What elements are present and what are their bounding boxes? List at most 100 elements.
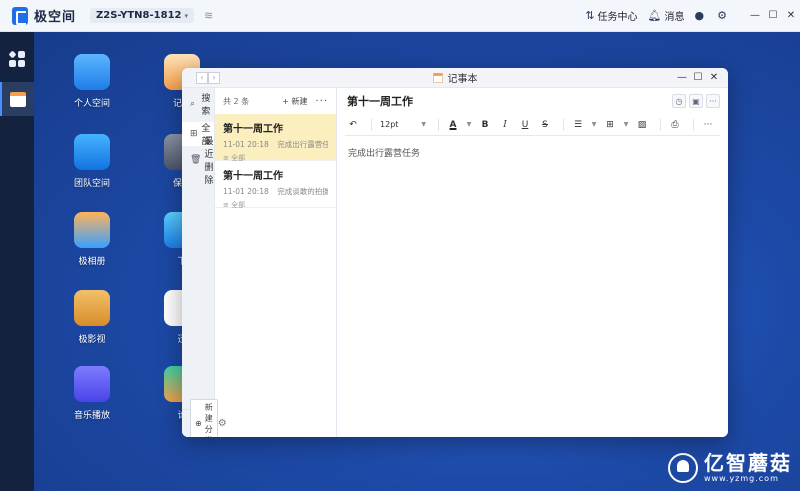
- device-name: Z2S-YTN8-1812: [96, 10, 182, 21]
- team-folder-icon: [74, 134, 110, 170]
- add-folder-icon: ⊕: [195, 419, 202, 428]
- user-icon: ●: [694, 9, 705, 22]
- search-icon: ⌕: [190, 99, 196, 109]
- desktop-icon-label: 音乐播放: [73, 411, 110, 421]
- notepad-icon: [10, 91, 26, 107]
- watermark-url: www.yzmg.com: [704, 474, 779, 483]
- desktop-icon-video[interactable]: 极影视: [52, 290, 132, 345]
- top-bar: 极空间 Z2S-YTN8-1812 ▾ ≋ ⇅ 任务中心 🔔︎ 消息 ● ⚙ —…: [0, 0, 800, 32]
- grid-icon: ⊞: [190, 129, 198, 139]
- desktop-icon-personal-space[interactable]: 个人空间: [52, 54, 132, 109]
- left-dock: [0, 32, 34, 491]
- dock-item-apps[interactable]: [0, 42, 34, 76]
- chevron-down-icon[interactable]: ▼: [465, 121, 473, 128]
- wifi-icon: ≋: [204, 9, 214, 22]
- undo-icon[interactable]: ↶: [345, 120, 361, 130]
- maximize-icon[interactable]: ☐: [690, 72, 706, 83]
- desktop-icon-photos[interactable]: 极相册: [52, 212, 132, 267]
- font-size-value: 12pt: [380, 120, 399, 129]
- new-category-label: 新建分类: [204, 402, 213, 438]
- dock-item-notepad[interactable]: [0, 82, 34, 116]
- font-size-select[interactable]: 12pt ▼: [378, 120, 428, 129]
- editor-content[interactable]: 完成出行露营任务: [337, 136, 728, 169]
- italic-icon[interactable]: I: [497, 120, 513, 130]
- messages-label: 消息: [664, 12, 685, 23]
- more-icon[interactable]: ···: [706, 94, 721, 108]
- note-category: 全部: [231, 154, 246, 162]
- video-icon: [74, 290, 110, 326]
- minimize-icon[interactable]: —: [674, 72, 690, 83]
- chevron-down-icon[interactable]: ▼: [590, 121, 598, 128]
- font-color-icon[interactable]: A: [445, 120, 461, 130]
- notepad-sidebar: ⌕ 搜索 ⊞ 全部 🗑︎ 最近删除 ⊕ 新建分类 ⚙: [182, 88, 227, 438]
- desktop-icon-label: 团队空间: [73, 179, 110, 189]
- format-toolbar: ↶ 12pt ▼ A ▼ B I U S ☰ ▼ ⊞ ▼ ▨ ⎙ ···: [345, 114, 721, 136]
- task-center-label: 任务中心: [597, 12, 638, 23]
- print-icon[interactable]: ⎙: [667, 120, 683, 130]
- messages-button[interactable]: 🔔︎ 消息: [648, 8, 685, 23]
- bell-icon: 🔔︎: [647, 9, 662, 22]
- list-icon[interactable]: ☰: [570, 120, 586, 130]
- more-icon[interactable]: ···: [700, 120, 716, 130]
- history-icon[interactable]: ◷: [672, 94, 687, 108]
- chevron-down-icon[interactable]: ▼: [622, 121, 630, 128]
- sidebar-search[interactable]: ⌕ 搜索: [182, 92, 214, 117]
- back-icon[interactable]: ‹: [196, 71, 208, 84]
- notepad-icon: [432, 72, 443, 83]
- desktop-icon-label: 极影视: [78, 335, 106, 345]
- note-title: 第十一周工作: [223, 171, 284, 182]
- image-icon[interactable]: ▨: [634, 120, 650, 130]
- close-icon[interactable]: ✕: [706, 72, 722, 83]
- desktop-icon-label: 极相册: [78, 257, 106, 267]
- close-icon[interactable]: ✕: [782, 10, 800, 21]
- save-icon[interactable]: ▣: [689, 94, 704, 108]
- gear-icon: ⚙: [717, 9, 727, 22]
- note-category: 全部: [231, 201, 246, 209]
- table-icon[interactable]: ⊞: [602, 120, 618, 130]
- desktop-icon-team-space[interactable]: 团队空间: [52, 134, 132, 189]
- gear-icon[interactable]: ⚙: [218, 418, 227, 429]
- underline-icon[interactable]: U: [517, 120, 533, 130]
- new-category-button[interactable]: ⊕ 新建分类: [190, 398, 218, 438]
- task-center-button[interactable]: ⇅ 任务中心: [585, 8, 637, 23]
- brand: 极空间: [12, 6, 76, 25]
- note-count: 共 2 条: [223, 96, 250, 106]
- folder-icon: ≡: [223, 154, 229, 162]
- mushroom-logo-icon: [668, 452, 698, 483]
- desktop-icon-label: 个人空间: [73, 99, 110, 109]
- settings-button[interactable]: ⚙: [717, 9, 730, 22]
- chevron-down-icon: ▼: [421, 121, 427, 128]
- editor-title[interactable]: 第十一周工作: [347, 93, 413, 109]
- strikethrough-icon[interactable]: S: [537, 120, 553, 130]
- brand-logo-icon: [12, 6, 28, 25]
- folder-icon: [74, 54, 110, 90]
- window-title: 记事本: [447, 74, 478, 85]
- note-editor: 第十一周工作 ◷ ▣ ··· ↶ 12pt ▼ A ▼ B I U S ☰ ▼ …: [337, 88, 728, 437]
- brand-name: 极空间: [34, 10, 77, 25]
- window-titlebar[interactable]: ‹ › 记事本 — ☐ ✕: [182, 68, 728, 88]
- user-button[interactable]: ●: [695, 9, 708, 22]
- sidebar-item-recently-deleted[interactable]: 🗑︎ 最近删除: [182, 137, 214, 186]
- minimize-icon[interactable]: —: [746, 10, 764, 21]
- list-item[interactable]: 第十一周工作 11-01 20:18 完成谈敢的拍摄任务 ≡ 全部: [215, 161, 337, 209]
- maximize-icon[interactable]: ☐: [764, 10, 782, 21]
- device-selector[interactable]: Z2S-YTN8-1812 ▾: [90, 8, 194, 23]
- sidebar-item-label: 最近删除: [204, 137, 214, 186]
- note-list: 共 2 条 + 新建 ··· 第十一周工作 11-01 20:18 完成出行露营…: [215, 88, 338, 437]
- more-icon[interactable]: ···: [315, 96, 328, 107]
- list-item[interactable]: 第十一周工作 11-01 20:18 完成出行露营任务 ≡ 全部: [215, 114, 337, 162]
- chevron-down-icon: ▾: [184, 11, 188, 20]
- sidebar-search-label: 搜索: [201, 94, 211, 117]
- music-icon: [74, 366, 110, 402]
- folder-icon: ≡: [223, 201, 229, 209]
- photo-album-icon: [74, 212, 110, 248]
- trash-icon: 🗑︎: [190, 155, 202, 165]
- note-time: 11-01 20:18: [223, 187, 269, 196]
- new-note-button[interactable]: + 新建: [282, 96, 307, 107]
- apps-grid-icon: [8, 50, 25, 67]
- bold-icon[interactable]: B: [477, 120, 493, 130]
- desktop-icon-music[interactable]: 音乐播放: [52, 366, 132, 421]
- forward-icon[interactable]: ›: [208, 71, 220, 84]
- watermark: 亿智蘑菇 www.yzmg.com: [668, 452, 792, 483]
- watermark-title: 亿智蘑菇: [704, 451, 792, 475]
